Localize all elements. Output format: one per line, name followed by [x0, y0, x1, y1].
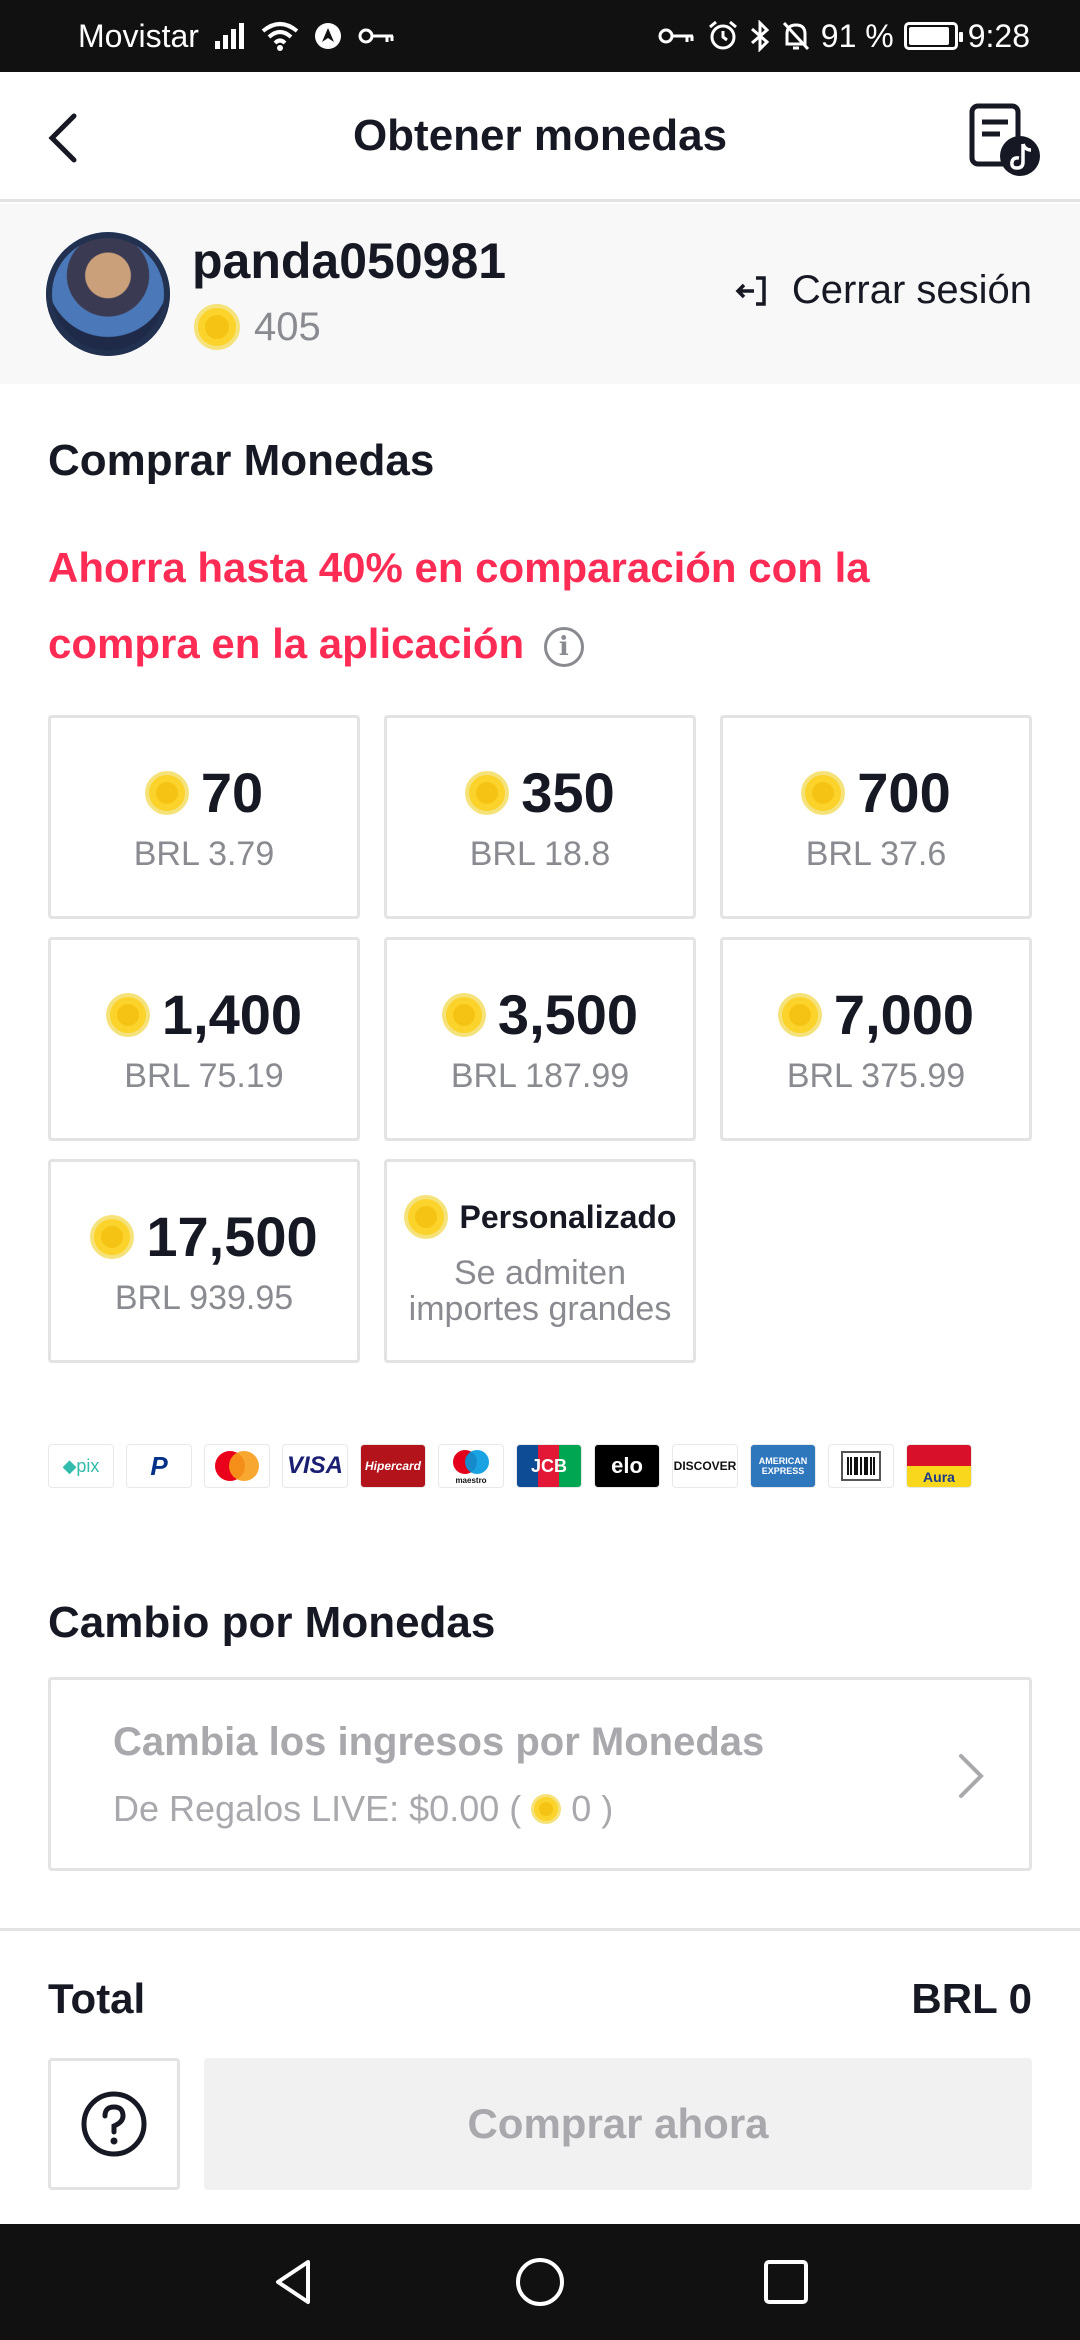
package-price: BRL 375.99 [786, 1057, 966, 1095]
custom-label: Personalizado [459, 1198, 677, 1235]
package-amount: 7,000 [833, 983, 975, 1046]
battery-icon [903, 22, 963, 50]
logout-button[interactable]: Cerrar sesión [734, 268, 1032, 313]
promo-label: Ahorra hasta 40% en comparación con la c… [48, 544, 870, 667]
exchange-sub-coins: 0 [571, 1788, 592, 1829]
package-price: BRL 939.95 [114, 1279, 294, 1317]
buy-coins-title: Comprar Monedas [48, 436, 435, 485]
logout-icon [735, 275, 766, 306]
nav-home-icon[interactable] [512, 2254, 568, 2310]
package-amount: 700 [857, 761, 951, 824]
app-header: Obtener monedas [0, 72, 1080, 202]
exchange-sub-prefix: De Regalos LIVE: $0.00 ( [113, 1788, 522, 1829]
battery-percent: 91 % [820, 17, 894, 54]
wifi-icon [261, 16, 299, 56]
coin-package-350[interactable]: 350 BRL 18.8 [384, 715, 696, 919]
coin-icon [531, 1794, 562, 1824]
total-value: BRL 0 [911, 1975, 1032, 2022]
exchange-sub-suffix: ) [601, 1788, 614, 1829]
coin-balance: 405 [194, 304, 321, 350]
hipercard-icon: Hipercard [360, 1444, 426, 1488]
maestro-icon: maestro [438, 1444, 504, 1488]
profile-bar: panda050981 405 Cerrar sesión [0, 204, 1080, 384]
status-bar: Movistar 91 % 9:28 [0, 0, 1080, 72]
transaction-history-icon[interactable] [966, 102, 1042, 178]
nav-back-icon[interactable] [266, 2254, 322, 2310]
buy-now-button[interactable]: Comprar ahora [204, 2058, 1032, 2190]
package-amount: 3,500 [497, 983, 639, 1046]
exchange-card-title: Cambia los ingresos por Monedas [113, 1720, 765, 1764]
package-price: BRL 18.8 [469, 835, 611, 873]
vpn-key-icon [657, 16, 697, 56]
clock: 9:28 [967, 17, 1030, 54]
paypal-icon: P [126, 1444, 192, 1488]
coin-icon [144, 770, 189, 815]
coin-icon [441, 992, 486, 1037]
total-label: Total [48, 1975, 146, 2022]
package-amount: 70 [200, 761, 264, 824]
help-button[interactable] [48, 2058, 180, 2190]
pix-icon: ◆ pix [48, 1444, 114, 1488]
question-icon [81, 2091, 147, 2157]
coin-icon [777, 992, 822, 1037]
package-price: BRL 187.99 [450, 1057, 630, 1095]
key-icon [357, 16, 397, 56]
discover-icon: DISCOVER [672, 1444, 738, 1488]
visa-icon: VISA [282, 1444, 348, 1488]
package-amount: 1,400 [161, 983, 303, 1046]
jcb-icon: JCB [516, 1444, 582, 1488]
alarm-icon [707, 16, 739, 56]
coin-packages: 70 BRL 3.79 350 BRL 18.8 700 BRL 37.6 1,… [48, 715, 1032, 1363]
page-title: Obtener monedas [352, 110, 728, 160]
battery-fill [908, 27, 949, 45]
divider [0, 1928, 1080, 1931]
exchange-title: Cambio por Monedas [48, 1598, 496, 1647]
payment-methods: ◆ pix P VISA Hipercard maestro JCB elo DI… [48, 1444, 972, 1488]
coin-icon [465, 770, 510, 815]
system-nav-bar [0, 2224, 1080, 2340]
chevron-left-icon[interactable] [38, 106, 98, 170]
package-amount: 17,500 [146, 1205, 318, 1268]
package-price: BRL 3.79 [133, 835, 275, 873]
custom-desc: Se admiten importes grandes [408, 1254, 672, 1328]
package-amount: 350 [521, 761, 615, 824]
username: panda050981 [192, 233, 507, 289]
aura-icon: Aura [906, 1444, 972, 1488]
coin-package-7000[interactable]: 7,000 BRL 375.99 [720, 937, 1032, 1141]
coin-package-70[interactable]: 70 BRL 3.79 [48, 715, 360, 919]
exchange-card[interactable]: Cambia los ingresos por Monedas De Regal… [48, 1677, 1032, 1871]
coin-icon [801, 770, 846, 815]
coin-icon [403, 1195, 448, 1239]
coin-package-700[interactable]: 700 BRL 37.6 [720, 715, 1032, 919]
navigation-icon [313, 16, 343, 56]
coin-package-1400[interactable]: 1,400 BRL 75.19 [48, 937, 360, 1141]
elo-icon: elo [594, 1444, 660, 1488]
mute-bell-icon [781, 16, 811, 56]
avatar [46, 232, 170, 356]
logout-label: Cerrar sesión [791, 268, 1032, 312]
coin-package-custom[interactable]: Personalizado Se admiten importes grande… [384, 1159, 696, 1363]
signal-icon [213, 16, 247, 56]
coin-package-17500[interactable]: 17,500 BRL 939.95 [48, 1159, 360, 1363]
bluetooth-icon [749, 16, 771, 56]
coin-balance-value: 405 [254, 304, 321, 349]
promo-text: Ahorra hasta 40% en comparación con la c… [48, 530, 1008, 682]
coin-icon [105, 992, 150, 1037]
carrier-name: Movistar [78, 17, 199, 54]
exchange-card-subtitle: De Regalos LIVE: $0.00 ( 0 ) [113, 1788, 613, 1830]
amex-icon: AMERICAN EXPRESS [750, 1444, 816, 1488]
boleto-icon [828, 1444, 894, 1488]
mastercard-icon [204, 1444, 270, 1488]
coin-package-3500[interactable]: 3,500 BRL 187.99 [384, 937, 696, 1141]
info-icon[interactable]: i [543, 626, 584, 667]
nav-recents-icon[interactable] [758, 2254, 814, 2310]
package-price: BRL 37.6 [805, 835, 947, 873]
coin-icon [194, 304, 240, 350]
coin-icon [90, 1214, 135, 1259]
chevron-right-icon [959, 1754, 984, 1798]
package-price: BRL 75.19 [124, 1057, 284, 1095]
